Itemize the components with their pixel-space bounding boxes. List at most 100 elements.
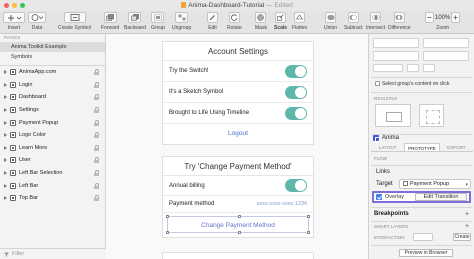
lock-icon[interactable] bbox=[93, 170, 101, 176]
select-group-content-option[interactable]: Select group's content on click bbox=[375, 81, 449, 87]
change-payment-method-button[interactable]: Change Payment Method bbox=[166, 215, 310, 234]
rotate-button[interactable]: Rotate bbox=[227, 12, 242, 31]
toggle-switch[interactable] bbox=[285, 106, 307, 120]
target-select[interactable]: Payment Popup ▾ bbox=[399, 179, 471, 189]
artboard-icon bbox=[10, 94, 16, 101]
overlay-checkbox[interactable] bbox=[376, 194, 382, 200]
zoom-window-button[interactable] bbox=[20, 3, 25, 8]
selection-handle[interactable] bbox=[307, 215, 310, 218]
height-field[interactable] bbox=[423, 51, 469, 61]
lock-icon[interactable] bbox=[93, 132, 101, 138]
selection-handle[interactable] bbox=[238, 231, 241, 234]
close-window-button[interactable] bbox=[4, 3, 9, 8]
disclosure-triangle-icon[interactable] bbox=[4, 120, 7, 125]
lock-icon[interactable] bbox=[93, 145, 101, 151]
x-field[interactable] bbox=[373, 38, 419, 48]
layer-item[interactable]: Payment Popup bbox=[0, 116, 105, 129]
flip-horizontal-button[interactable] bbox=[407, 64, 419, 72]
create-button[interactable]: Create bbox=[453, 233, 471, 241]
lock-icon[interactable] bbox=[93, 82, 101, 88]
lock-icon[interactable] bbox=[93, 157, 101, 163]
layer-item[interactable]: Left Bar Selection bbox=[0, 167, 105, 180]
page-item[interactable]: Anima Toolkit Example bbox=[0, 42, 105, 52]
disclosure-triangle-icon[interactable] bbox=[4, 95, 7, 100]
union-button[interactable]: Union bbox=[324, 12, 337, 31]
zoom-control[interactable]: 100% Zoom bbox=[425, 12, 461, 31]
lock-icon[interactable] bbox=[93, 94, 101, 100]
layer-item[interactable]: AnimaApp.com bbox=[0, 66, 105, 79]
section-divider bbox=[371, 245, 473, 246]
toggle-switch[interactable] bbox=[285, 64, 307, 78]
lock-icon[interactable] bbox=[93, 183, 101, 189]
disclosure-triangle-icon[interactable] bbox=[4, 171, 7, 176]
flip-vertical-button[interactable] bbox=[423, 64, 435, 72]
edit-transition-button[interactable]: Edit Transition bbox=[415, 193, 467, 201]
subtract-button[interactable]: Subtract bbox=[344, 12, 363, 31]
annual-billing-row: Annual billing bbox=[163, 176, 313, 196]
tab-prototype[interactable]: PROTOTYPE bbox=[404, 143, 440, 151]
disclosure-triangle-icon[interactable] bbox=[4, 70, 7, 75]
resizing-control[interactable] bbox=[375, 104, 411, 127]
layer-item[interactable]: Learn More bbox=[0, 142, 105, 155]
y-field[interactable] bbox=[423, 38, 469, 48]
add-breakpoint-icon[interactable]: + bbox=[465, 211, 469, 218]
disclosure-triangle-icon[interactable] bbox=[4, 145, 7, 150]
selection-handle[interactable] bbox=[166, 231, 169, 234]
preview-in-browser-button[interactable]: Preview in Browser bbox=[399, 249, 453, 257]
disclosure-triangle-icon[interactable] bbox=[4, 108, 7, 113]
edit-button[interactable]: Edit bbox=[207, 12, 218, 31]
layer-item[interactable]: Login bbox=[0, 79, 105, 92]
tab-layout[interactable]: LAYOUT bbox=[371, 143, 404, 151]
disclosure-triangle-icon[interactable] bbox=[4, 133, 7, 138]
layer-item[interactable]: Logo Color bbox=[0, 129, 105, 142]
intersect-button[interactable]: Intersect bbox=[366, 12, 385, 31]
mask-icon bbox=[257, 14, 265, 21]
selection-handle[interactable] bbox=[307, 231, 310, 234]
difference-button[interactable]: Difference bbox=[388, 12, 411, 31]
data-button[interactable]: Data bbox=[28, 12, 46, 31]
ungroup-button[interactable]: Ungroup bbox=[172, 12, 191, 31]
interaction-select[interactable] bbox=[413, 233, 433, 241]
layer-item[interactable]: User bbox=[0, 154, 105, 167]
selection-handle[interactable] bbox=[238, 215, 241, 218]
disclosure-triangle-icon[interactable] bbox=[4, 158, 7, 163]
mask-button[interactable]: Mask bbox=[255, 12, 267, 31]
disclosure-triangle-icon[interactable] bbox=[4, 183, 7, 188]
layer-item[interactable]: Top Bar bbox=[0, 192, 105, 205]
pin-control[interactable] bbox=[419, 104, 444, 127]
rotation-field[interactable] bbox=[373, 64, 403, 72]
disclosure-triangle-icon[interactable] bbox=[4, 196, 7, 201]
add-smart-layer-icon[interactable]: + bbox=[465, 223, 469, 230]
filter-bar[interactable]: Filter bbox=[0, 248, 106, 259]
disclosure-triangle-icon[interactable] bbox=[4, 82, 7, 87]
tab-export[interactable]: EXPORT bbox=[440, 143, 473, 151]
edit-icon bbox=[209, 15, 215, 21]
lock-icon[interactable] bbox=[93, 107, 101, 113]
layer-item[interactable]: Left Bar bbox=[0, 179, 105, 192]
filter-input[interactable]: Filter bbox=[12, 251, 24, 257]
forward-button[interactable]: Forward bbox=[101, 12, 119, 31]
lock-icon[interactable] bbox=[93, 69, 101, 75]
page-item[interactable]: Symbols bbox=[0, 52, 105, 62]
lock-icon[interactable] bbox=[93, 120, 101, 126]
lock-icon[interactable] bbox=[93, 195, 101, 201]
zoom-out-button[interactable] bbox=[425, 12, 434, 23]
toggle-switch[interactable] bbox=[285, 85, 307, 99]
zoom-in-button[interactable] bbox=[451, 12, 461, 23]
logout-link[interactable]: Logout bbox=[163, 124, 313, 144]
width-field[interactable] bbox=[373, 51, 419, 61]
minimize-window-button[interactable] bbox=[12, 3, 17, 8]
layer-item[interactable]: Settings bbox=[0, 104, 105, 117]
flatten-button[interactable]: Flatten bbox=[292, 12, 307, 31]
canvas[interactable]: Account Settings Try the Switch! It's a … bbox=[106, 34, 368, 259]
checkbox[interactable] bbox=[375, 81, 380, 86]
selection-handle[interactable] bbox=[166, 215, 169, 218]
group-button[interactable]: Group bbox=[151, 12, 165, 31]
layer-item[interactable]: Dashboard bbox=[0, 91, 105, 104]
backward-button[interactable]: Backward bbox=[124, 12, 146, 31]
scale-button[interactable]: Scale bbox=[274, 12, 287, 31]
insert-button[interactable]: Insert bbox=[3, 12, 25, 31]
insert-label: Insert bbox=[7, 25, 21, 31]
create-symbol-button[interactable]: Create Symbol bbox=[58, 12, 91, 31]
annual-billing-toggle[interactable] bbox=[285, 179, 307, 192]
